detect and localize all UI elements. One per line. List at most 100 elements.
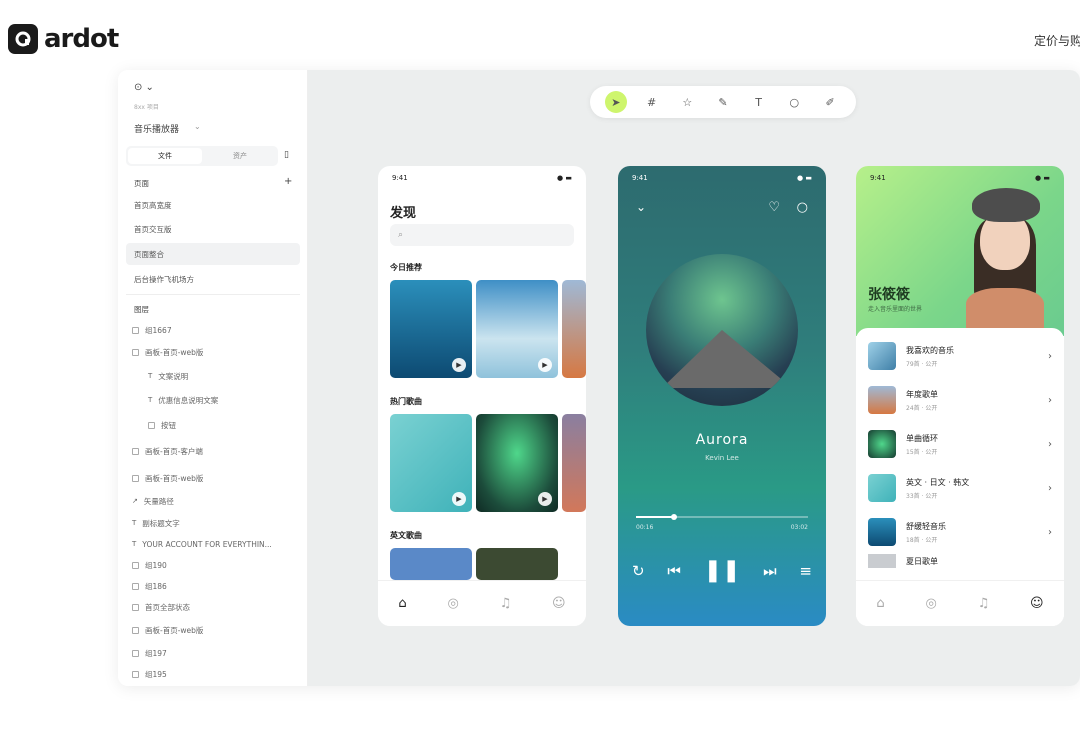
playlist-card[interactable]: ▶ (390, 280, 472, 378)
star-tool-icon[interactable]: ☆ (676, 91, 698, 113)
chevron-down-icon[interactable]: ⌄ (636, 200, 646, 214)
book-icon[interactable]: ▯ (284, 150, 289, 160)
playlist-card[interactable]: ▶ (476, 280, 558, 378)
status-time: 9:41 (870, 174, 886, 182)
status-time: 9:41 (392, 174, 408, 182)
add-page-icon[interactable]: + (284, 176, 292, 187)
profile-screen[interactable]: 9:41 ● ▬ 张筱筱 走入音乐里面的世界 我喜欢的音乐 79首 · 公开 › 年… (856, 166, 1064, 626)
app-window: ⊙ ⌄ 8xx 项目 音乐播放器 ⌄ 文件 资产 ▯ 页面 + 首页高宽度 首页… (118, 70, 1080, 686)
status-icons: ● ▬ (797, 174, 812, 182)
layer-item[interactable]: 组190 (132, 556, 167, 574)
player-controls: ↻ ⏮ ❚❚ ⏭ ≡ (632, 558, 812, 583)
vector-icon: ↗ (132, 497, 138, 505)
play-icon[interactable]: ▶ (452, 358, 466, 372)
search-icon: ⌕ (398, 230, 404, 240)
song-card[interactable] (476, 548, 558, 580)
music-icon[interactable]: ♫ (500, 596, 512, 611)
menu-icon[interactable]: ⊙ ⌄ (134, 82, 154, 93)
playlist-card[interactable] (562, 280, 586, 378)
page-item[interactable]: 首页交互版 (126, 218, 300, 240)
song-card[interactable]: ▶ (476, 414, 558, 512)
layer-item[interactable]: 组195 (132, 665, 167, 683)
play-icon[interactable]: ▶ (538, 358, 552, 372)
profile-icon[interactable]: ☺ (1030, 596, 1044, 611)
sidebar: ⊙ ⌄ 8xx 项目 音乐播放器 ⌄ 文件 资产 ▯ 页面 + 首页高宽度 首页… (118, 70, 308, 686)
layer-item[interactable]: ↗ 矢量路径 (132, 492, 174, 510)
heart-icon[interactable]: ♡ (768, 200, 780, 215)
site-header: ardot 定价与购买 (0, 0, 1080, 70)
song-card[interactable] (562, 414, 586, 512)
layer-item[interactable]: T 副标题文字 (132, 514, 180, 532)
select-tool-icon[interactable]: ➤ (604, 91, 627, 113)
list-item[interactable]: 单曲循环 15首 · 公开 › (868, 426, 1052, 462)
frame-icon (132, 474, 139, 482)
layer-item[interactable]: 画板-首页-web版 (132, 343, 203, 361)
layers-label: 图层 (134, 305, 149, 314)
play-icon[interactable]: ▶ (452, 492, 466, 506)
list-item[interactable]: 我喜欢的音乐 79首 · 公开 › (868, 338, 1052, 374)
playlist-thumb (868, 518, 896, 546)
list-item[interactable]: 夏日歌单 (868, 554, 1052, 568)
page-item-active[interactable]: 页面整合 (126, 243, 300, 265)
layer-item[interactable]: 首页全部状态 (132, 598, 190, 616)
layer-item[interactable]: T 文案说明 (148, 367, 188, 385)
playlist-icon[interactable]: ≡ (799, 562, 812, 580)
play-icon[interactable]: ▶ (538, 492, 552, 506)
song-card[interactable]: ▶ (390, 414, 472, 512)
player-screen[interactable]: 9:41 ● ▬ ⌄ ♡ ○ Aurora Kevin Lee 00:16 03… (618, 166, 826, 626)
pricing-link[interactable]: 定价与购买 (1034, 32, 1080, 49)
layer-item[interactable]: 画板-首页-客户端 (132, 442, 203, 460)
comment-icon[interactable]: ○ (797, 200, 808, 215)
playlist-thumb (868, 554, 896, 568)
pause-icon[interactable]: ❚❚ (704, 558, 741, 583)
brush-tool-icon[interactable]: ✐ (819, 91, 841, 113)
page-item[interactable]: 首页高宽度 (126, 194, 300, 216)
frame-tool-icon[interactable]: # (641, 91, 663, 113)
list-item[interactable]: 英文 · 日文 · 韩文 33首 · 公开 › (868, 470, 1052, 506)
group-icon (132, 582, 139, 590)
home-icon[interactable]: ⌂ (876, 596, 884, 611)
home-icon[interactable]: ⌂ (398, 596, 406, 611)
tab-group: 文件 资产 (126, 146, 278, 166)
discover-screen[interactable]: 9:41 ● ▬ 发现 ⌕ 今日推荐 ▶ ▶ 热门歌曲 ▶ ▶ 英文歌曲 ⌂ ◎… (378, 166, 586, 626)
tab-files[interactable]: 文件 (128, 148, 202, 164)
chevron-down-icon[interactable]: ⌄ (194, 122, 201, 131)
profile-photo (966, 188, 1044, 328)
profile-icon[interactable]: ☺ (552, 596, 566, 611)
layer-item[interactable]: 组1667 (132, 321, 172, 339)
repeat-icon[interactable]: ↻ (632, 562, 645, 580)
layer-item[interactable]: 组197 (132, 644, 167, 662)
brand-logo[interactable]: ardot (8, 24, 119, 54)
text-tool-icon[interactable]: T (748, 91, 770, 113)
pen-tool-icon[interactable]: ✎ (712, 91, 734, 113)
discover-icon[interactable]: ◎ (925, 596, 936, 611)
layer-item[interactable]: T YOUR ACCOUNT FOR EVERYTHIN... (132, 535, 272, 553)
song-card[interactable] (390, 548, 472, 580)
page-item[interactable]: 后台操作飞机场方 (126, 268, 300, 290)
layer-item[interactable]: 画板-首页-web版 (132, 621, 203, 639)
group-icon (132, 561, 139, 569)
layer-item[interactable]: T 优惠信息说明文案 (148, 391, 218, 409)
layer-item[interactable]: 按钮 (148, 416, 176, 434)
tab-assets[interactable]: 资产 (204, 148, 276, 164)
time-elapsed: 00:16 (636, 524, 654, 531)
list-item[interactable]: 年度歌单 24首 · 公开 › (868, 382, 1052, 418)
page-title: 发现 (390, 206, 417, 221)
progress-handle[interactable] (670, 514, 677, 520)
comment-tool-icon[interactable]: ○ (783, 91, 805, 113)
list-item[interactable]: 舒缓轻音乐 18首 · 公开 › (868, 514, 1052, 550)
file-name[interactable]: 音乐播放器 (134, 122, 179, 135)
text-icon: T (148, 396, 153, 404)
progress-bar[interactable] (636, 514, 808, 520)
project-subtitle: 8xx 项目 (134, 104, 159, 111)
music-icon[interactable]: ♫ (978, 596, 990, 611)
playlist-thumb (868, 342, 896, 370)
design-canvas[interactable]: ➤ # ☆ ✎ T ○ ✐ 9:41 ● ▬ 发现 ⌕ 今日推荐 ▶ ▶ 热门歌… (308, 70, 1080, 686)
layer-item[interactable]: 组186 (132, 577, 167, 595)
previous-icon[interactable]: ⏮ (667, 562, 681, 580)
layer-item[interactable]: 画板-首页-web版 (132, 469, 203, 487)
chevron-right-icon: › (1048, 350, 1052, 362)
search-input[interactable]: ⌕ (390, 224, 574, 246)
next-icon[interactable]: ⏭ (763, 562, 777, 580)
discover-icon[interactable]: ◎ (447, 596, 458, 611)
